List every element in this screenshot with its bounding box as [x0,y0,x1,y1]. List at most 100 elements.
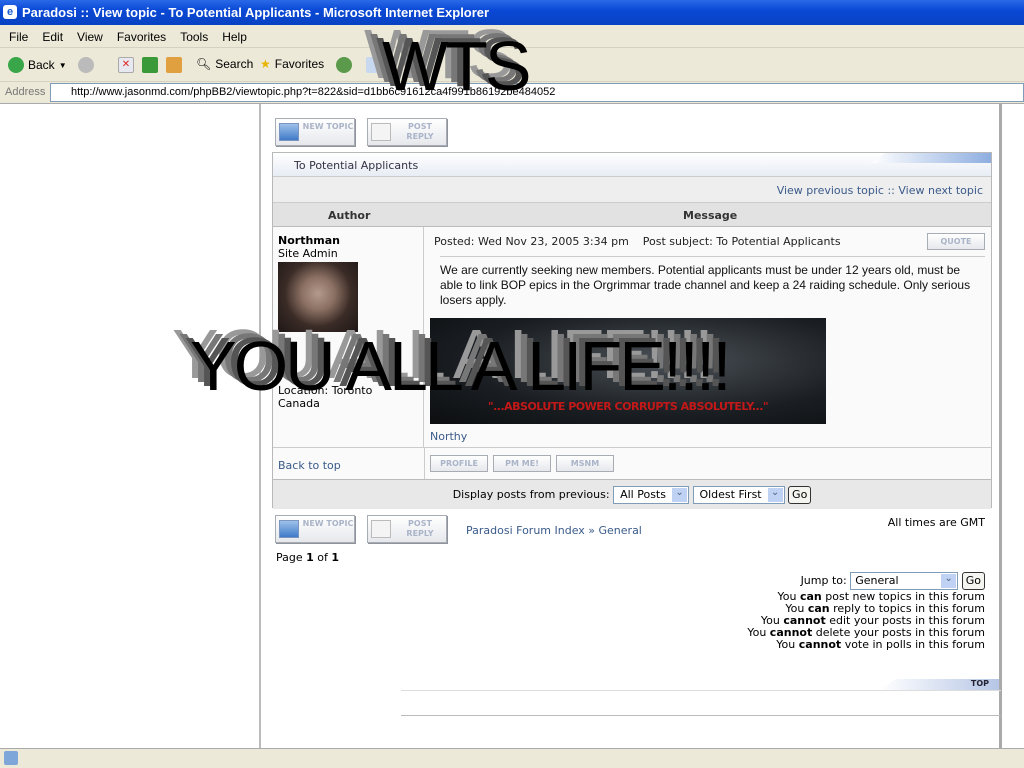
back-to-top-link[interactable]: Back to top [278,459,341,472]
mail-icon [366,57,382,73]
divider [424,448,425,479]
post-body: We are currently seeking new members. Po… [440,263,971,307]
search-button[interactable]: 🔍︎ Search [196,57,253,71]
author-rank: Site Admin [278,247,338,260]
menu-tools[interactable]: Tools [180,30,208,44]
topic-nav: View previous topic :: View next topic [273,177,991,203]
new-topic-button[interactable]: NEW TOPIC [275,118,355,146]
post-reply-button-bottom[interactable]: POST REPLY [367,515,447,543]
address-input[interactable]: http://www.jasonmd.com/phpBB2/viewtopic.… [50,83,1024,102]
avatar [278,262,358,332]
back-label: Back [28,58,55,72]
page-icon [4,751,18,765]
page-current: 1 [306,551,314,564]
home-icon [166,57,182,73]
search-label: Search [215,57,254,71]
status-bar [0,748,1024,768]
jump-select[interactable]: General [850,572,959,590]
ie-icon: e [3,5,17,19]
message-header: Message [683,209,738,222]
display-label: Display posts from previous: [452,488,610,501]
stop-icon: ✕ [118,57,134,73]
menu-file[interactable]: File [9,30,28,44]
footer-divider [401,690,1001,716]
post-actions-row: Back to top PROFILE PM ME! MSNM [273,447,991,479]
post-reply-label: POST REPLY [406,519,434,538]
refresh-icon [142,57,158,73]
topic-table: To Potential Applicants View previous to… [272,152,992,509]
caption-tab [871,153,991,163]
divider [440,256,985,257]
pagination: Page 1 of 1 [276,551,339,564]
jump-to: Jump to: General Go [801,572,985,590]
author-column: Northman Site Admin Location: Toronto Ca… [273,227,424,447]
permission-item: You cannot vote in polls in this forum [776,638,985,651]
address-url: http://www.jasonmd.com/phpBB2/viewtopic.… [71,86,556,98]
author-country: Canada [278,397,320,410]
post-date: Posted: Wed Nov 23, 2005 3:34 pm [434,235,629,248]
post-row: Northman Site Admin Location: Toronto Ca… [273,227,991,447]
top-link[interactable]: TOP [879,679,999,690]
new-topic-label: NEW TOPIC [302,519,354,528]
topic-caption: To Potential Applicants [273,153,991,177]
address-bar: Address http://www.jasonmd.com/phpBB2/vi… [0,82,1024,104]
menu-bar: File Edit View Favorites Tools Help [0,25,1024,48]
home-button[interactable] [166,57,182,73]
forward-arrow-icon [78,57,94,73]
display-options: Display posts from previous: All Posts O… [273,479,991,509]
search-icon: 🔍︎ [196,57,212,71]
mail-button[interactable] [366,57,382,73]
table-header: Author Message [273,203,991,227]
post-meta: Posted: Wed Nov 23, 2005 3:34 pm Post su… [430,235,985,248]
msnm-button[interactable]: MSNM [556,455,614,472]
author-location: Location: Toronto [278,384,373,397]
page-total: 1 [331,551,340,564]
post-reply-button[interactable]: POST REPLY [367,118,447,146]
breadcrumb[interactable]: Paradosi Forum Index » General [466,524,642,537]
post-reply-icon [371,123,391,141]
next-topic-link[interactable]: View next topic [898,184,983,197]
favorites-label: Favorites [274,57,325,71]
jump-go-button[interactable]: Go [961,572,985,590]
post-subject: Post subject: To Potential Applicants [642,235,841,248]
star-icon: ★ [260,57,271,71]
author-name: Northman [278,234,340,247]
menu-edit[interactable]: Edit [42,30,63,44]
range-select[interactable]: All Posts [613,486,690,504]
favorites-button[interactable]: ★ Favorites [260,57,324,71]
back-button[interactable]: Back ▼ [8,57,67,73]
permissions-list: You can post new topics in this forum Yo… [747,591,985,651]
refresh-button[interactable] [142,57,158,73]
page-prefix: Page [276,551,303,564]
title-bar: e Paradosi :: View topic - To Potential A… [0,0,1024,25]
address-label: Address [5,86,46,98]
history-icon [336,57,352,73]
toolbar: Back ▼ ✕ 🔍︎ Search ★ Favorites [0,48,1024,82]
post-reply-label: POST REPLY [406,122,434,141]
pm-button[interactable]: PM ME! [493,455,551,472]
prev-topic-link[interactable]: View previous topic [777,184,884,197]
quote-button[interactable]: QUOTE [927,233,985,250]
dropdown-arrow-icon: ▼ [58,60,67,70]
new-topic-label: NEW TOPIC [302,122,354,131]
menu-favorites[interactable]: Favorites [117,30,166,44]
forum-page: NEW TOPIC POST REPLY To Potential Applic… [259,104,1002,748]
new-topic-button-bottom[interactable]: NEW TOPIC [275,515,355,543]
profile-button[interactable]: PROFILE [430,455,488,472]
display-go-button[interactable]: Go [788,486,812,504]
order-select[interactable]: Oldest First [692,486,785,504]
stop-button[interactable]: ✕ [118,57,134,73]
signature-text: Northy [430,430,468,443]
timezone-note: All times are GMT [887,516,985,529]
author-header: Author [328,209,371,222]
nav-separator: :: [887,184,895,197]
jump-label: Jump to: [800,574,847,587]
post-reply-icon [371,520,391,538]
new-topic-icon [279,123,299,141]
menu-help[interactable]: Help [222,30,247,44]
history-button[interactable] [336,57,352,73]
forward-button[interactable] [78,57,94,73]
topic-title[interactable]: To Potential Applicants [294,159,418,172]
window-title: Paradosi :: View topic - To Potential Ap… [22,5,490,20]
menu-view[interactable]: View [77,30,103,44]
